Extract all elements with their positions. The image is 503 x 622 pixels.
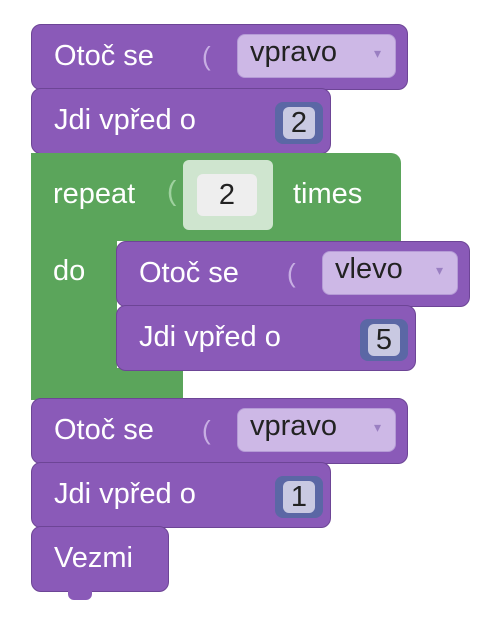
turn-block-label: Otoč se (54, 40, 154, 72)
move-forward-block-inner[interactable]: Jdi vpřed o 5 (116, 305, 416, 371)
chevron-down-icon: ▾ (373, 45, 381, 61)
take-block-label: Vezmi (54, 542, 133, 574)
times-label: times (293, 178, 363, 210)
take-block[interactable]: Vezmi (31, 526, 169, 592)
move-forward-block-1[interactable]: Jdi vpřed o 2 (31, 88, 331, 154)
number-value: 5 (368, 324, 400, 356)
direction-dropdown[interactable]: vpravo ▾ (237, 34, 396, 78)
move-forward-block-2[interactable]: Jdi vpřed o 1 (31, 462, 331, 528)
move-block-label: Jdi vpřed o (54, 478, 196, 510)
number-value: 1 (283, 481, 315, 513)
turn-block-label: Otoč se (139, 257, 239, 289)
direction-dropdown[interactable]: vpravo ▾ (237, 408, 396, 452)
number-input[interactable]: 1 (275, 476, 323, 518)
repeat-count-input[interactable]: 2 (183, 160, 273, 230)
repeat-block-arm: do (31, 240, 117, 370)
turn-right-block-1[interactable]: Otoč se ( vpravo ▾ (31, 24, 408, 90)
direction-value: vpravo (250, 36, 338, 68)
chevron-down-icon: ▾ (373, 419, 381, 435)
number-input[interactable]: 2 (275, 102, 323, 144)
turn-right-block-2[interactable]: Otoč se ( vpravo ▾ (31, 398, 408, 464)
repeat-count-value: 2 (197, 174, 257, 216)
chevron-down-icon: ▾ (435, 262, 443, 278)
turn-left-block[interactable]: Otoč se ( vlevo ▾ (116, 241, 470, 307)
repeat-label: repeat (53, 178, 136, 210)
do-label: do (53, 255, 86, 287)
direction-value: vlevo (335, 253, 403, 285)
direction-value: vpravo (250, 410, 338, 442)
input-socket-icon: ( (202, 41, 211, 71)
repeat-block[interactable]: repeat ( 2 times (31, 153, 401, 241)
input-socket-icon: ( (167, 175, 177, 206)
number-input[interactable]: 5 (360, 319, 408, 361)
block-connector-notch (68, 590, 92, 600)
input-socket-icon: ( (287, 258, 296, 288)
input-socket-icon: ( (202, 415, 211, 445)
turn-block-label: Otoč se (54, 414, 154, 446)
direction-dropdown[interactable]: vlevo ▾ (322, 251, 458, 295)
number-value: 2 (283, 107, 315, 139)
move-block-label: Jdi vpřed o (54, 104, 196, 136)
repeat-block-bottom (31, 368, 183, 400)
move-block-label: Jdi vpřed o (139, 321, 281, 353)
